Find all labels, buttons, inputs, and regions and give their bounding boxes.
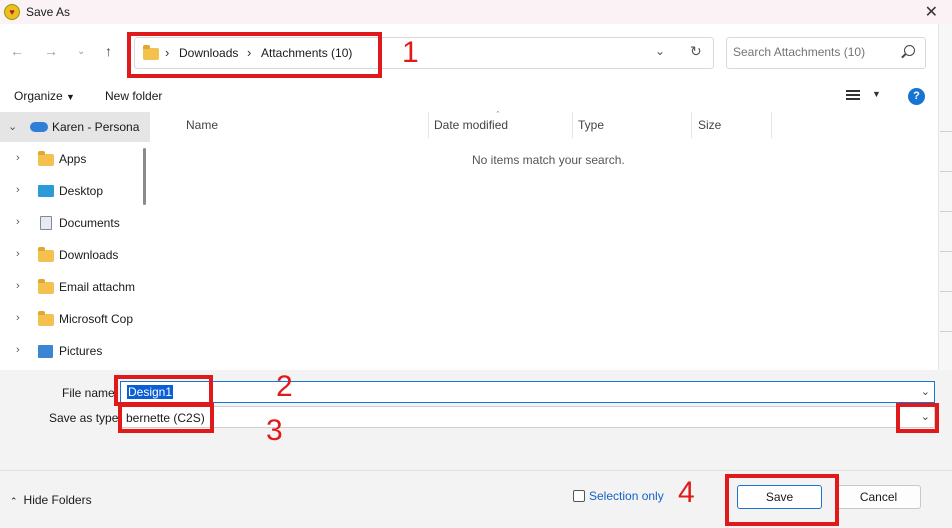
back-arrow-icon[interactable]: ← (10, 43, 24, 59)
folder-icon (38, 247, 54, 262)
file-list (150, 112, 938, 370)
edge-divider (940, 251, 952, 252)
navigation-pane: ⌄ Karen - Persona › Apps › Desktop › Doc… (0, 112, 150, 370)
chevron-right-icon[interactable]: › (16, 248, 20, 260)
nav-item-label: Downloads (59, 248, 119, 262)
nav-item-label: Email attachm (59, 280, 136, 294)
chevron-right-icon[interactable]: › (16, 280, 20, 292)
help-icon[interactable]: ? (908, 88, 925, 105)
chevron-down-icon[interactable]: ⌄ (921, 385, 930, 398)
organize-button[interactable]: Organize ▼ (14, 89, 75, 103)
nav-item-pictures[interactable]: › Pictures (0, 336, 150, 366)
annotation-box-save (725, 474, 839, 526)
nav-item-label: Microsoft Cop (59, 312, 134, 326)
edge-divider (940, 171, 952, 172)
hide-folders-button[interactable]: ⌃ Hide Folders (10, 493, 92, 507)
column-divider[interactable] (691, 112, 692, 138)
search-icon[interactable] (904, 45, 915, 56)
chevron-down-icon[interactable]: ⌄ (655, 44, 665, 58)
app-icon: ♥ (4, 4, 20, 20)
annotation-box-type-dropdown (896, 403, 939, 433)
title-bar: ♥ Save As ✕ (0, 0, 952, 24)
new-folder-button[interactable]: New folder (105, 89, 162, 103)
empty-state-message: No items match your search. (472, 153, 625, 167)
chevron-right-icon[interactable]: › (16, 312, 20, 324)
search-input[interactable] (733, 45, 893, 59)
save-as-type-select[interactable]: bernette (C2S) ⌄ (120, 406, 935, 428)
folder-icon (38, 279, 54, 294)
edge-divider (940, 291, 952, 292)
nav-item-label: Apps (59, 152, 87, 166)
file-name-field[interactable]: Design1 ⌄ (120, 381, 935, 403)
chevron-up-icon: ⌃ (10, 496, 18, 506)
edge-divider (940, 331, 952, 332)
recent-locations-chevron-icon[interactable]: ⌄ (77, 46, 85, 57)
annotation-number: 4 (678, 476, 695, 509)
pictures-icon (38, 345, 53, 358)
nav-item-downloads[interactable]: › Downloads (0, 240, 150, 270)
file-name-label: File name: (62, 386, 119, 400)
desktop-icon (38, 185, 54, 197)
save-as-type-label: Save as type: (49, 411, 122, 425)
folder-icon (38, 311, 54, 326)
documents-icon (40, 216, 52, 230)
selection-only-checkbox[interactable]: Selection only (573, 489, 664, 503)
edge-divider (940, 211, 952, 212)
folder-icon (38, 151, 54, 166)
view-options-icon[interactable] (846, 90, 860, 102)
up-arrow-icon[interactable]: ↑ (105, 43, 112, 59)
column-header-size[interactable]: Size (698, 118, 721, 132)
annotation-number: 2 (276, 370, 293, 403)
edge-divider (940, 131, 952, 132)
chevron-right-icon[interactable]: › (16, 152, 20, 164)
cancel-button[interactable]: Cancel (836, 485, 921, 509)
nav-item-apps[interactable]: › Apps (0, 144, 150, 174)
column-divider[interactable] (428, 112, 429, 138)
forward-arrow-icon[interactable]: → (44, 43, 58, 59)
checkbox-icon[interactable] (573, 490, 585, 502)
sort-caret-icon: ⌃ (495, 111, 501, 118)
caret-down-icon[interactable]: ▼ (872, 89, 881, 99)
annotation-box-address (127, 32, 382, 78)
nav-item-label: Karen - Persona (52, 120, 140, 134)
nav-item-desktop[interactable]: › Desktop (0, 176, 150, 206)
column-divider[interactable] (572, 112, 573, 138)
nav-item-microsoft-copilot[interactable]: › Microsoft Cop (0, 304, 150, 334)
column-header-name[interactable]: Name (186, 118, 218, 132)
annotation-number: 3 (266, 414, 283, 447)
column-header-date-modified[interactable]: Date modified (434, 118, 508, 132)
nav-item-label: Pictures (59, 344, 103, 358)
chevron-right-icon[interactable]: › (16, 344, 20, 356)
search-box[interactable] (726, 37, 926, 69)
nav-item-onedrive[interactable]: ⌄ Karen - Persona (0, 112, 150, 142)
nav-pane-scrollbar[interactable] (143, 148, 146, 205)
caret-down-icon: ▼ (66, 92, 75, 102)
annotation-number: 1 (402, 36, 419, 69)
refresh-icon[interactable]: ↻ (690, 43, 702, 60)
column-divider[interactable] (771, 112, 772, 138)
annotation-box-type (118, 403, 214, 433)
nav-item-documents[interactable]: › Documents (0, 208, 150, 238)
chevron-right-icon[interactable]: › (16, 184, 20, 196)
chevron-right-icon[interactable]: › (16, 216, 20, 228)
nav-item-label: Desktop (59, 184, 104, 198)
cloud-icon (30, 122, 48, 132)
column-header-type[interactable]: Type (578, 118, 604, 132)
nav-item-email-attachments[interactable]: › Email attachm (0, 272, 150, 302)
window-title: Save As (26, 5, 71, 19)
annotation-box-filename (114, 375, 213, 406)
close-icon[interactable]: ✕ (925, 2, 938, 22)
chevron-down-icon[interactable]: ⌄ (8, 120, 17, 133)
nav-item-label: Documents (59, 216, 120, 230)
